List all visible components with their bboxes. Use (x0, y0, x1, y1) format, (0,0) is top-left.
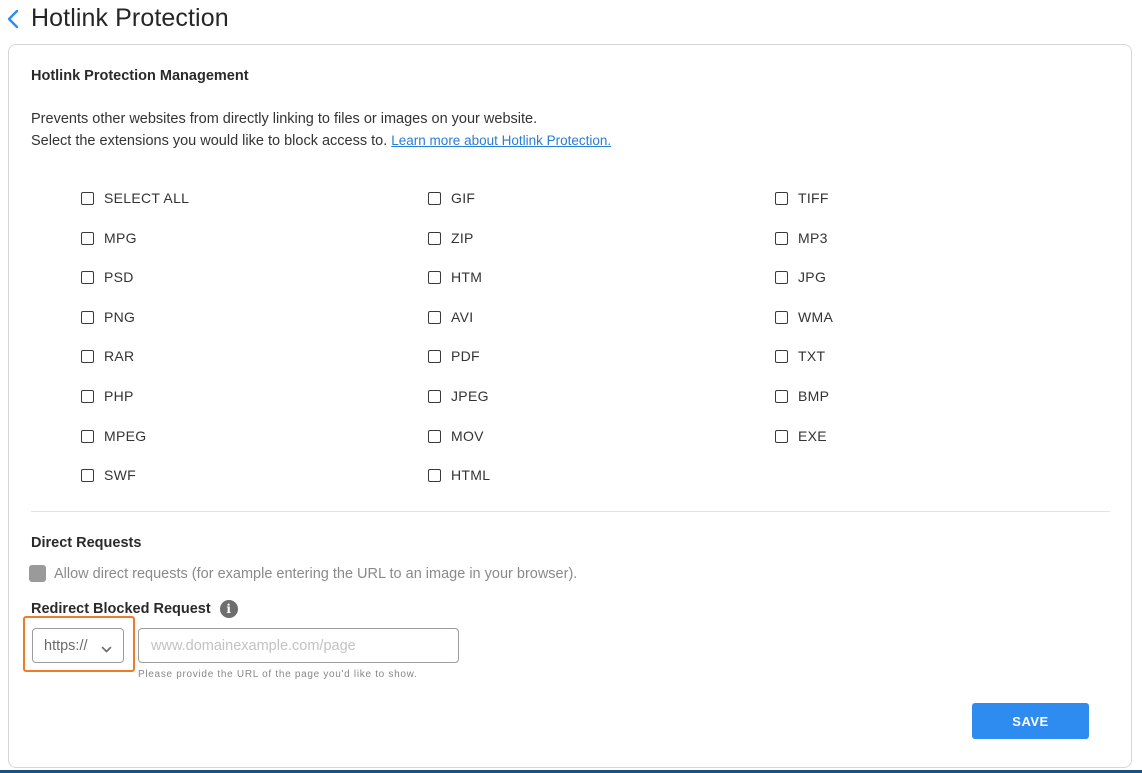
extension-label: TXT (798, 348, 826, 364)
direct-requests-title: Direct Requests (31, 535, 142, 551)
checkbox[interactable] (775, 231, 788, 245)
extension-checkbox-select-all[interactable]: SELECT ALL (81, 188, 189, 208)
back-arrow-icon[interactable] (5, 8, 23, 30)
redirect-url-input[interactable] (138, 628, 459, 663)
extension-checkbox-mpeg[interactable]: MPEG (81, 426, 146, 446)
checkbox[interactable] (775, 191, 788, 205)
extension-checkbox-tiff[interactable]: TIFF (775, 188, 829, 208)
checkbox[interactable] (428, 429, 441, 443)
extension-checkbox-png[interactable]: PNG (81, 307, 135, 327)
extension-label: MOV (451, 428, 484, 444)
extension-label: SWF (104, 467, 137, 483)
page-title: Hotlink Protection (31, 4, 229, 32)
management-title: Hotlink Protection Management (31, 68, 249, 84)
hotlink-card: Hotlink Protection Management Prevents o… (8, 44, 1132, 768)
extension-label: SELECT ALL (104, 190, 190, 206)
hotlink-protection-page: Hotlink Protection Hotlink Protection Ma… (0, 0, 1142, 773)
checkbox[interactable] (428, 349, 441, 363)
extensions-grid: SELECT ALL MPG PSD PNG RAR PHP MPEG SWF GIF ZIP HT… (81, 188, 841, 488)
extension-checkbox-wma[interactable]: WMA (775, 307, 833, 327)
extension-label: BMP (798, 388, 830, 404)
learn-more-link[interactable]: Learn more about Hotlink Protection. (391, 133, 611, 148)
description-line-2-text: Select the extensions you would like to … (31, 133, 388, 149)
protocol-value: https:// (44, 637, 88, 654)
extension-checkbox-pdf[interactable]: PDF (428, 346, 480, 366)
extension-checkbox-php[interactable]: PHP (81, 386, 134, 406)
extension-checkbox-jpeg[interactable]: JPEG (428, 386, 489, 406)
checkbox[interactable] (428, 270, 441, 284)
extension-checkbox-exe[interactable]: EXE (775, 426, 827, 446)
direct-requests-toggle-row[interactable]: Allow direct requests (for example enter… (29, 565, 577, 582)
extension-checkbox-mov[interactable]: MOV (428, 426, 484, 446)
checkbox[interactable] (428, 468, 441, 482)
extension-label: PNG (104, 309, 136, 325)
checkbox[interactable] (81, 429, 94, 443)
info-icon[interactable]: i (219, 600, 238, 618)
extension-label: ZIP (451, 230, 474, 246)
extension-checkbox-rar[interactable]: RAR (81, 346, 134, 366)
checkbox[interactable] (81, 231, 94, 245)
extension-label: HTML (451, 467, 491, 483)
extension-checkbox-psd[interactable]: PSD (81, 267, 134, 287)
save-button[interactable]: SAVE (972, 703, 1089, 739)
extension-label: TIFF (798, 190, 829, 206)
direct-requests-checkbox[interactable] (29, 565, 46, 582)
checkbox[interactable] (775, 310, 788, 324)
extension-label: HTM (451, 269, 483, 285)
checkbox[interactable] (81, 468, 94, 482)
extension-label: JPG (798, 269, 827, 285)
extension-label: PHP (104, 388, 134, 404)
extension-checkbox-htm[interactable]: HTM (428, 267, 482, 287)
checkbox[interactable] (428, 310, 441, 324)
description-line-2: Select the extensions you would like to … (31, 133, 611, 149)
extension-checkbox-jpg[interactable]: JPG (775, 267, 826, 287)
protocol-select[interactable]: https:// (32, 628, 124, 663)
extension-checkbox-txt[interactable]: TXT (775, 346, 825, 366)
direct-requests-label: Allow direct requests (for example enter… (54, 565, 578, 582)
checkbox[interactable] (81, 389, 94, 403)
checkbox[interactable] (428, 191, 441, 205)
extension-label: JPEG (451, 388, 489, 404)
checkbox[interactable] (81, 270, 94, 284)
redirect-helper-text: Please provide the URL of the page you'd… (138, 669, 418, 680)
redirect-title-text: Redirect Blocked Request (31, 601, 211, 617)
checkbox[interactable] (81, 349, 94, 363)
chevron-down-icon (101, 641, 112, 653)
description-line-1: Prevents other websites from directly li… (31, 111, 538, 127)
checkbox[interactable] (775, 429, 788, 443)
checkbox[interactable] (775, 389, 788, 403)
checkbox[interactable] (81, 310, 94, 324)
extension-label: PDF (451, 348, 480, 364)
extension-label: GIF (451, 190, 476, 206)
section-divider (31, 511, 1110, 512)
extension-label: WMA (798, 309, 834, 325)
extension-label: AVI (451, 309, 474, 325)
extension-checkbox-zip[interactable]: ZIP (428, 228, 474, 248)
extension-checkbox-swf[interactable]: SWF (81, 465, 136, 485)
checkbox[interactable] (428, 231, 441, 245)
checkbox[interactable] (428, 389, 441, 403)
page-header: Hotlink Protection (0, 0, 1142, 40)
checkbox[interactable] (81, 191, 94, 205)
extension-checkbox-gif[interactable]: GIF (428, 188, 475, 208)
extension-label: MPG (104, 230, 137, 246)
checkbox[interactable] (775, 270, 788, 284)
extension-checkbox-mp3[interactable]: MP3 (775, 228, 828, 248)
extension-label: RAR (104, 348, 135, 364)
extension-checkbox-html[interactable]: HTML (428, 465, 490, 485)
extension-label: MP3 (798, 230, 828, 246)
checkbox[interactable] (775, 349, 788, 363)
extension-checkbox-bmp[interactable]: BMP (775, 386, 829, 406)
extension-checkbox-avi[interactable]: AVI (428, 307, 473, 327)
extension-label: PSD (104, 269, 134, 285)
extension-label: MPEG (104, 428, 147, 444)
extension-label: EXE (798, 428, 827, 444)
extension-checkbox-mpg[interactable]: MPG (81, 228, 137, 248)
